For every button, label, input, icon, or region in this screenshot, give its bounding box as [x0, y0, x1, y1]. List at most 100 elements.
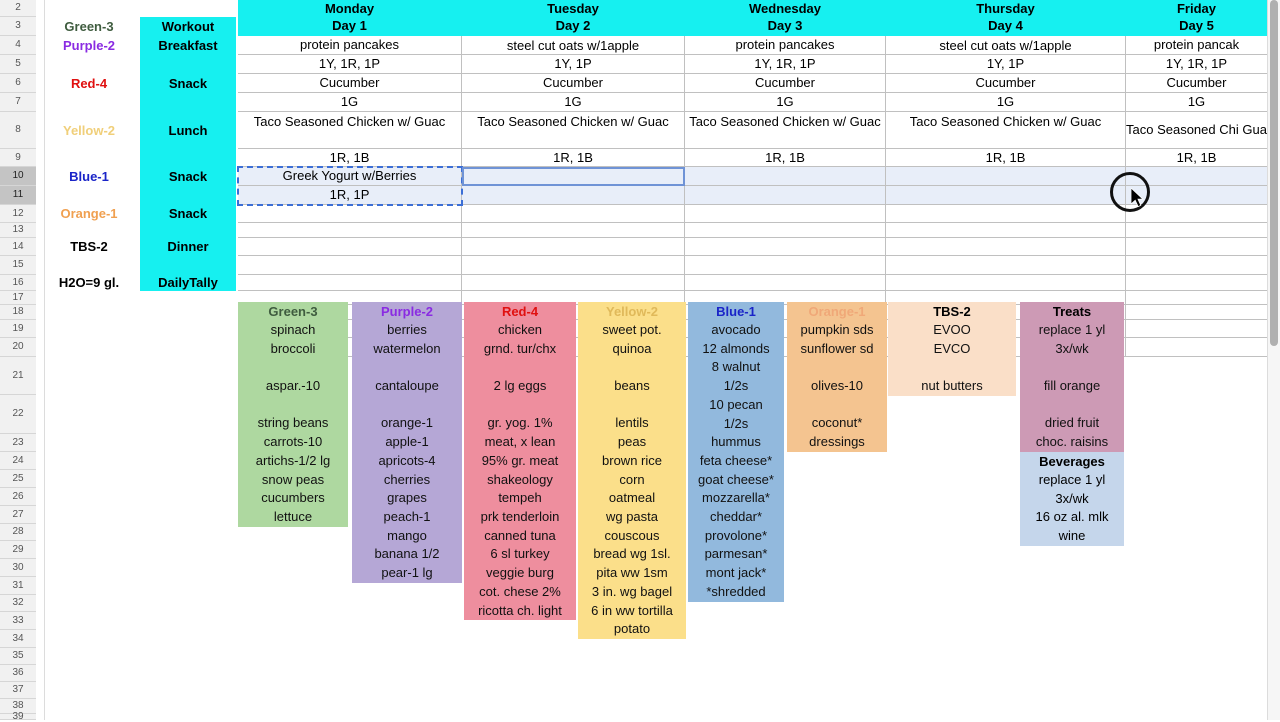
row-header-36[interactable]: 36: [0, 665, 36, 682]
row-header-29[interactable]: 29: [0, 541, 36, 559]
plan-cell[interactable]: steel cut oats w/1apple: [462, 36, 685, 55]
plan-cell[interactable]: [462, 167, 685, 186]
plan-cell[interactable]: [1126, 223, 1268, 238]
plan-cell[interactable]: 1Y, 1P: [886, 55, 1126, 74]
weekly-plan-grid[interactable]: Monday Day 1 Tuesday Day 2 Wednesday Day 3 Thu…: [237, 0, 1268, 357]
row-header-28[interactable]: 28: [0, 524, 36, 541]
plan-cell[interactable]: [1126, 275, 1268, 291]
row-header-20[interactable]: 20: [0, 338, 36, 357]
row-header-26[interactable]: 26: [0, 488, 36, 506]
day-header-wednesday[interactable]: Wednesday Day 3: [685, 0, 886, 36]
plan-cell[interactable]: 1R, 1P: [238, 186, 462, 205]
plan-cell[interactable]: [685, 256, 886, 275]
row-header-22[interactable]: 22: [0, 395, 36, 434]
plan-cell[interactable]: 1R, 1B: [238, 149, 462, 167]
plan-cell[interactable]: Taco Seasoned Chicken w/ Guac: [685, 112, 886, 149]
row-header-2[interactable]: 2: [0, 0, 36, 17]
spreadsheet-canvas[interactable]: 2 3 4 5 6 7 8 9 10 11 12 13 14 15 16 17 18 19 20 21 22 23 24 25…: [0, 0, 1280, 722]
plan-cell[interactable]: [1126, 238, 1268, 256]
plan-cell[interactable]: protein pancakes: [685, 36, 886, 55]
plan-cell[interactable]: [462, 275, 685, 291]
plan-cell[interactable]: 1R, 1B: [886, 149, 1126, 167]
row-header-32[interactable]: 32: [0, 595, 36, 612]
plan-cell[interactable]: [238, 256, 462, 275]
row-header-7[interactable]: 7: [0, 93, 36, 112]
row-header-35[interactable]: 35: [0, 648, 36, 665]
row-header-27[interactable]: 27: [0, 506, 36, 524]
plan-cell[interactable]: 1G: [462, 93, 685, 112]
row-header-39[interactable]: 39: [0, 712, 36, 722]
row-header-17[interactable]: 17: [0, 291, 36, 305]
row-header-4[interactable]: 4: [0, 36, 36, 55]
vertical-scrollbar-thumb[interactable]: [1270, 0, 1278, 346]
plan-cell[interactable]: Taco Seasoned Chicken w/ Guac: [886, 112, 1126, 149]
row-header-10[interactable]: 10: [0, 167, 36, 186]
plan-cell[interactable]: [462, 186, 685, 205]
plan-cell[interactable]: Cucumber: [238, 74, 462, 93]
plan-cell[interactable]: [685, 186, 886, 205]
row-header-25[interactable]: 25: [0, 470, 36, 488]
plan-cell-empty[interactable]: [1126, 291, 1268, 305]
row-header-30[interactable]: 30: [0, 559, 36, 577]
plan-cell-empty[interactable]: [1126, 305, 1268, 320]
plan-cell[interactable]: [886, 186, 1126, 205]
plan-cell[interactable]: [886, 275, 1126, 291]
plan-cell[interactable]: Cucumber: [1126, 74, 1268, 93]
row-header-15[interactable]: 15: [0, 256, 36, 275]
vertical-scrollbar[interactable]: [1267, 0, 1280, 720]
plan-cell[interactable]: 1G: [1126, 93, 1268, 112]
day-header-thursday[interactable]: Thursday Day 4: [886, 0, 1126, 36]
plan-cell[interactable]: [886, 205, 1126, 223]
row-header-18[interactable]: 18: [0, 305, 36, 320]
row-header-9[interactable]: 9: [0, 149, 36, 167]
plan-cell[interactable]: [1126, 205, 1268, 223]
row-header-33[interactable]: 33: [0, 612, 36, 630]
plan-cell[interactable]: 1G: [886, 93, 1126, 112]
row-header-13[interactable]: 13: [0, 223, 36, 238]
plan-cell[interactable]: [1126, 186, 1268, 205]
row-header-11[interactable]: 11: [0, 186, 36, 205]
plan-cell[interactable]: [685, 205, 886, 223]
plan-cell[interactable]: [462, 223, 685, 238]
day-header-monday[interactable]: Monday Day 1: [238, 0, 462, 36]
row-header-8[interactable]: 8: [0, 112, 36, 149]
plan-cell[interactable]: Taco Seasoned Chicken w/ Guac: [238, 112, 462, 149]
row-header-19[interactable]: 19: [0, 320, 36, 338]
row-header-6[interactable]: 6: [0, 74, 36, 93]
day-header-tuesday[interactable]: Tuesday Day 2: [462, 0, 685, 36]
plan-cell[interactable]: [685, 275, 886, 291]
plan-cell[interactable]: 1G: [685, 93, 886, 112]
plan-cell[interactable]: [685, 238, 886, 256]
row-header-24[interactable]: 24: [0, 452, 36, 470]
plan-cell[interactable]: [886, 223, 1126, 238]
row-header-34[interactable]: 34: [0, 630, 36, 648]
plan-cell[interactable]: [685, 167, 886, 186]
plan-cell[interactable]: 1Y, 1R, 1P: [1126, 55, 1268, 74]
plan-cell[interactable]: steel cut oats w/1apple: [886, 36, 1126, 55]
plan-cell[interactable]: [238, 275, 462, 291]
row-header-14[interactable]: 14: [0, 238, 36, 256]
row-header-31[interactable]: 31: [0, 577, 36, 595]
plan-cell[interactable]: [886, 167, 1126, 186]
row-header-16[interactable]: 16: [0, 275, 36, 291]
plan-cell[interactable]: [462, 256, 685, 275]
plan-cell[interactable]: protein pancak: [1126, 36, 1268, 55]
plan-cell[interactable]: Cucumber: [462, 74, 685, 93]
plan-cell[interactable]: protein pancakes: [238, 36, 462, 55]
plan-cell[interactable]: Cucumber: [886, 74, 1126, 93]
row-header-23[interactable]: 23: [0, 434, 36, 452]
plan-cell[interactable]: [685, 223, 886, 238]
plan-cell[interactable]: 1R, 1B: [685, 149, 886, 167]
plan-cell[interactable]: 1G: [238, 93, 462, 112]
row-header-37[interactable]: 37: [0, 682, 36, 699]
plan-cell-empty[interactable]: [1126, 320, 1268, 338]
plan-cell[interactable]: Cucumber: [685, 74, 886, 93]
row-header-3[interactable]: 3: [0, 17, 36, 36]
plan-cell[interactable]: [886, 256, 1126, 275]
plan-cell-empty[interactable]: [1126, 338, 1268, 357]
plan-cell[interactable]: [886, 238, 1126, 256]
plan-cell[interactable]: 1Y, 1R, 1P: [685, 55, 886, 74]
plan-cell[interactable]: Greek Yogurt w/Berries: [238, 167, 462, 186]
plan-cell[interactable]: [462, 238, 685, 256]
plan-cell[interactable]: [1126, 167, 1268, 186]
